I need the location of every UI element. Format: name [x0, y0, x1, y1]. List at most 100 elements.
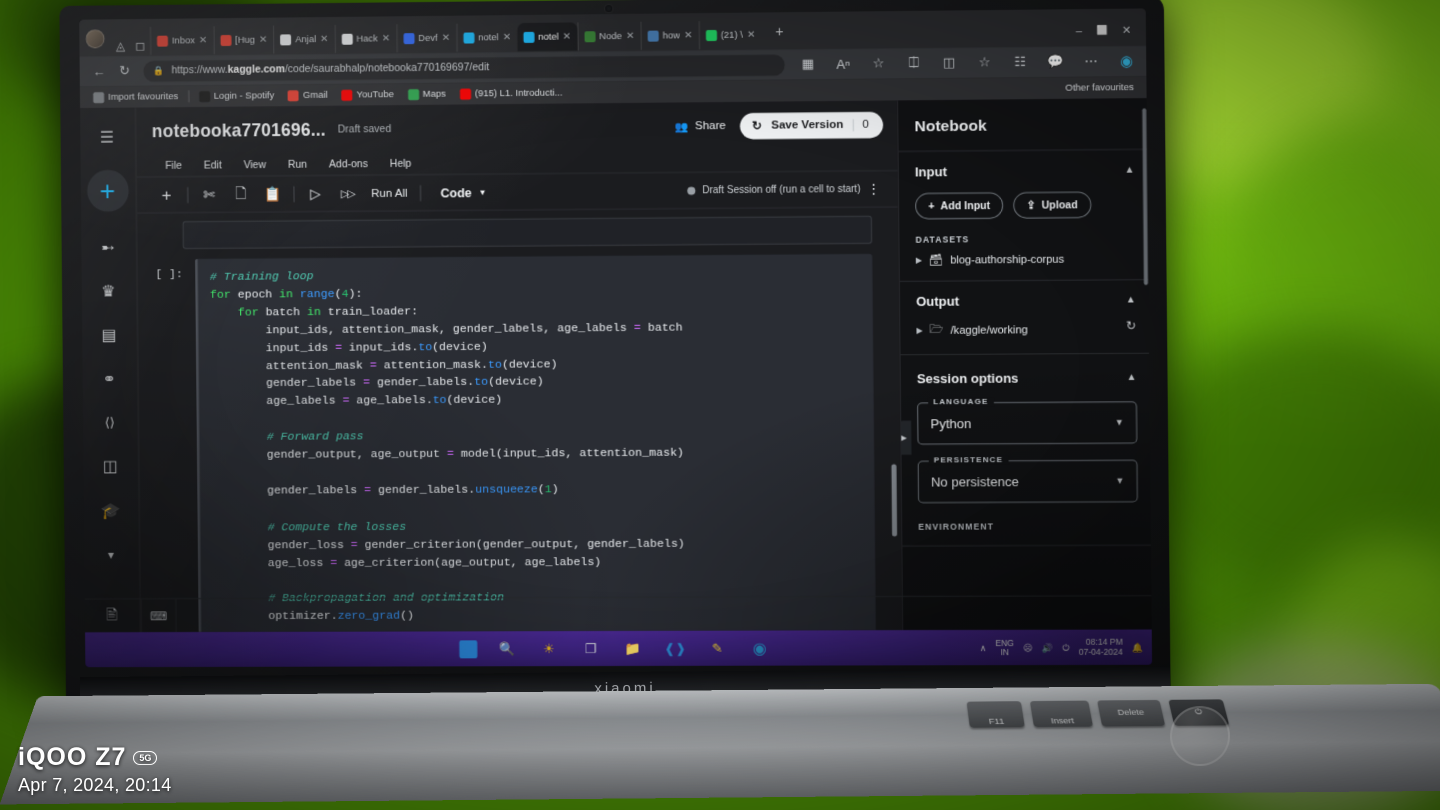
browser-essentials-icon[interactable]: ⎅	[901, 52, 927, 74]
add-input-button[interactable]: + Add Input	[915, 192, 1003, 219]
discussions-icon[interactable]: ◫	[90, 447, 130, 487]
profile-avatar[interactable]	[86, 29, 105, 48]
persistence-select[interactable]: PERSISTENCE No persistence ▼	[918, 460, 1138, 503]
battery-icon[interactable]: ⏻	[1062, 642, 1069, 653]
code-icon[interactable]: ⟨⟩	[90, 403, 130, 443]
learn-icon[interactable]: 🎓	[91, 491, 131, 531]
close-tab-icon[interactable]: ✕	[382, 33, 390, 44]
chevron-up-icon[interactable]: ▲	[1126, 294, 1136, 305]
minimize-button[interactable]: –	[1076, 25, 1082, 37]
tab-actions-icon[interactable]: ◻	[130, 36, 150, 56]
browser-tab[interactable]: notel ✕	[517, 22, 577, 51]
share-button[interactable]: 👥 Share	[675, 120, 726, 134]
close-tab-icon[interactable]: ✕	[747, 29, 756, 40]
workspaces-icon[interactable]: ◬	[110, 36, 130, 56]
bookmark-item[interactable]: Import favourites	[86, 91, 185, 103]
page-title[interactable]: notebooka7701696...	[152, 120, 326, 143]
paste-icon[interactable]: 📋	[257, 180, 289, 208]
close-button[interactable]: ✕	[1122, 24, 1131, 37]
run-all-button[interactable]: Run All	[363, 187, 415, 199]
run-icon[interactable]: ▷	[299, 179, 331, 207]
output-item[interactable]: ▶ 🗁 /kaggle/working ↻	[916, 320, 1136, 341]
split-screen-icon[interactable]: ▦	[795, 53, 821, 75]
close-tab-icon[interactable]: ✕	[563, 31, 572, 42]
menu-item-view[interactable]: View	[233, 159, 277, 171]
new-tab-button[interactable]: +	[769, 21, 789, 41]
home-compass-icon[interactable]: ➸	[88, 227, 128, 267]
collections-icon[interactable]: ☷	[1007, 51, 1034, 73]
wifi-icon[interactable]: ☹	[1023, 642, 1033, 653]
output-pane-header[interactable]: Output ▲	[916, 292, 1136, 309]
cell-type-select[interactable]: Code ▼	[432, 185, 494, 200]
console-icon[interactable]: ⌨	[141, 599, 177, 632]
code-editor[interactable]: # Training loop for epoch in range(4): f…	[195, 254, 876, 632]
menu-icon[interactable]: ☰	[87, 118, 127, 158]
browser-tab[interactable]: notel ✕	[456, 23, 517, 52]
chevron-down-icon[interactable]: ▼	[1115, 418, 1124, 428]
notification-icon[interactable]: 🔔	[1132, 642, 1144, 653]
address-bar[interactable]: 🔒 https://www.kaggle.com/code/saurabhalp…	[143, 54, 784, 81]
toolbar-kebab-menu[interactable]: ⋮	[860, 180, 887, 197]
browser-tab[interactable]: Devf ✕	[396, 24, 456, 53]
key-f11[interactable]: F11	[967, 701, 1025, 728]
volume-icon[interactable]: 🔊	[1042, 642, 1053, 653]
expand-more-icon[interactable]: ▾	[91, 534, 131, 574]
browser-tab[interactable]: Hack ✕	[334, 24, 396, 53]
favorites-add-icon[interactable]: ☆	[971, 51, 998, 73]
session-options-header[interactable]: Session options ▲	[917, 370, 1137, 386]
empty-cell-placeholder[interactable]	[183, 216, 873, 249]
browser-tab[interactable]: Anjal ✕	[273, 25, 334, 54]
menu-item-run[interactable]: Run	[277, 159, 318, 171]
chevron-down-icon[interactable]: ▼	[1115, 476, 1124, 486]
layers-icon[interactable]: 🖹	[83, 604, 141, 628]
input-pane-header[interactable]: Input ▲	[915, 162, 1135, 179]
notepad-icon[interactable]: ✎	[705, 637, 729, 661]
search-icon[interactable]: 🔍	[495, 637, 519, 661]
competitions-trophy-icon[interactable]: ♛	[88, 271, 128, 311]
dataset-item[interactable]: ▶ 🗃 blog-authorship-corpus	[916, 252, 1136, 267]
browser-tab[interactable]: (21) \ ✕	[698, 21, 761, 50]
reload-icon[interactable]: ↻	[112, 60, 138, 82]
file-explorer-icon[interactable]: 📁	[621, 637, 645, 661]
code-content[interactable]: # Training loop for epoch in range(4): f…	[210, 264, 876, 626]
upload-button[interactable]: ⇪ Upload	[1013, 192, 1091, 219]
back-icon[interactable]: ←	[86, 60, 112, 82]
browser-tab[interactable]: Inbox ✕	[150, 26, 213, 55]
menu-item-file[interactable]: File	[154, 160, 193, 172]
run-advance-icon[interactable]: ▷▷	[331, 179, 363, 207]
split-icon[interactable]: ◫	[936, 52, 963, 74]
create-icon[interactable]: +	[86, 170, 128, 212]
cut-icon[interactable]: ✄	[193, 180, 225, 208]
browser-tab[interactable]: [Hug ✕	[213, 26, 273, 55]
datasets-icon[interactable]: ▤	[89, 315, 129, 355]
language-indicator[interactable]: ENG IN	[995, 639, 1014, 657]
vscode-icon[interactable]: ❰❱	[663, 637, 687, 661]
start-icon[interactable]	[459, 640, 477, 658]
expand-triangle-icon[interactable]: ▶	[916, 255, 922, 264]
copy-icon[interactable]: 🗋	[225, 180, 257, 208]
bookmark-item[interactable]: YouTube	[335, 89, 401, 101]
bookmark-item[interactable]: (915) L1. Introducti...	[453, 87, 570, 99]
close-tab-icon[interactable]: ✕	[684, 30, 693, 41]
maximize-button[interactable]: ⬜	[1096, 25, 1107, 36]
key-insert[interactable]: Insert	[1030, 701, 1093, 728]
close-tab-icon[interactable]: ✕	[259, 34, 267, 45]
copilot-chat-icon[interactable]: 💬	[1042, 51, 1069, 73]
key-delete[interactable]: Delete	[1097, 700, 1165, 727]
add-cell-button[interactable]: +	[150, 181, 182, 209]
close-tab-icon[interactable]: ✕	[442, 32, 450, 43]
tray-expand-icon[interactable]: ∧	[980, 642, 987, 653]
bookmark-item[interactable]: Gmail	[281, 89, 335, 100]
close-tab-icon[interactable]: ✕	[199, 35, 207, 46]
menu-item-help[interactable]: Help	[379, 158, 423, 170]
browser-tab[interactable]: Node ✕	[577, 22, 641, 51]
edge-icon[interactable]: ◉	[747, 636, 771, 660]
close-tab-icon[interactable]: ✕	[320, 34, 328, 45]
expand-triangle-icon[interactable]: ▶	[916, 326, 922, 335]
more-icon[interactable]: ⋯	[1078, 50, 1105, 72]
panel-scrollbar[interactable]	[1142, 108, 1148, 285]
clock[interactable]: 08:14 PM 07-04-2024	[1079, 638, 1123, 658]
editor-scrollbar[interactable]	[891, 464, 897, 536]
read-aloud-icon[interactable]: Aⁿ	[830, 53, 856, 75]
browser-tab[interactable]: how ✕	[640, 21, 698, 50]
